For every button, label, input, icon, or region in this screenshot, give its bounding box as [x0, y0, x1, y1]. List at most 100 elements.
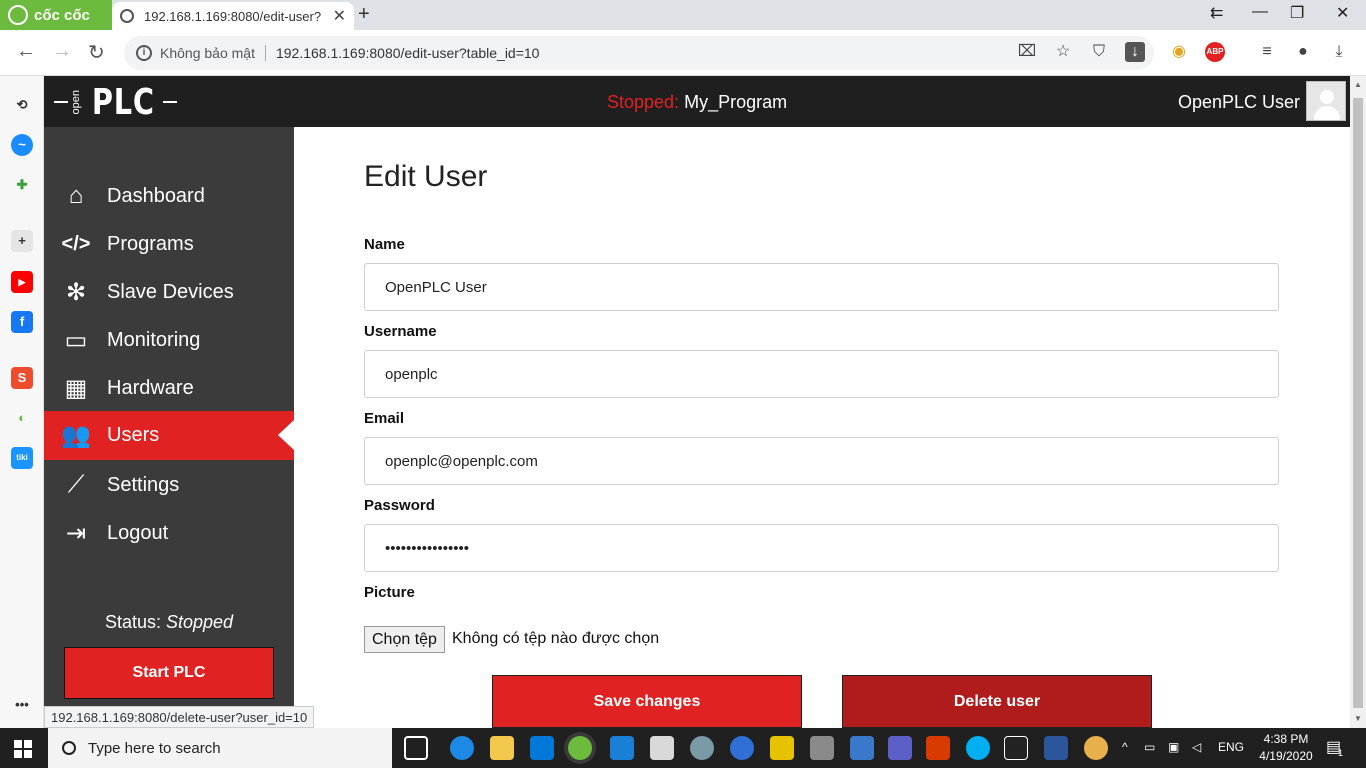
- code-icon: </>: [61, 232, 91, 255]
- sidebar-item-users[interactable]: 👥 Users: [44, 411, 294, 460]
- choose-file-button[interactable]: Chọn tệp: [364, 626, 445, 653]
- clock-time: 4:38 PM: [1263, 732, 1309, 746]
- forward-button[interactable]: →: [52, 40, 72, 63]
- security-label[interactable]: Không bảo mật: [160, 45, 266, 61]
- word-icon[interactable]: [1044, 736, 1068, 760]
- store-icon[interactable]: [530, 736, 554, 760]
- home-icon: ⌂: [68, 182, 84, 209]
- more-icon[interactable]: •••: [11, 694, 33, 716]
- current-user-name[interactable]: OpenPLC User: [1178, 92, 1300, 113]
- restore-button[interactable]: ❐: [1290, 3, 1304, 23]
- scroll-down-icon[interactable]: ▼: [1354, 714, 1362, 723]
- email-label: Email: [364, 410, 405, 427]
- minimize-button[interactable]: —: [1252, 3, 1268, 21]
- info-icon[interactable]: i: [136, 45, 152, 61]
- sidebar-item-label: Dashboard: [107, 184, 205, 207]
- coccoc-map-icon[interactable]: ◐: [11, 407, 33, 429]
- reload-button[interactable]: ↻: [88, 40, 105, 65]
- coccoc-menu-button[interactable]: cốc cốc: [0, 0, 112, 30]
- page-scrollbar[interactable]: ▲ ▼: [1350, 76, 1366, 728]
- sidebar-item-programs[interactable]: </> Programs: [44, 220, 294, 268]
- name-label: Name: [364, 236, 405, 253]
- app-icon-4[interactable]: [810, 736, 834, 760]
- browser-brand: cốc cốc: [34, 6, 90, 24]
- tiki-icon[interactable]: tiki: [11, 447, 33, 469]
- network-icon: ✻: [65, 278, 87, 306]
- new-tab-button[interactable]: +: [358, 3, 370, 26]
- user-avatar[interactable]: [1306, 81, 1346, 121]
- sidebar-item-settings[interactable]: ⟋ Settings: [44, 461, 294, 509]
- coccoc-logo-icon: [8, 5, 28, 25]
- history-icon[interactable]: ⟲: [11, 94, 33, 116]
- app-icon-1[interactable]: [650, 736, 674, 760]
- app-icon-2[interactable]: [690, 736, 714, 760]
- download-ext-icon[interactable]: ↓: [1125, 42, 1145, 62]
- tray-chevron-icon[interactable]: ^: [1122, 740, 1128, 754]
- app-icon-3[interactable]: [770, 736, 794, 760]
- tab-search-icon[interactable]: ⇇: [1210, 3, 1223, 23]
- tab-close-icon[interactable]: ✕: [333, 6, 346, 26]
- scroll-up-icon[interactable]: ▲: [1354, 80, 1362, 89]
- scrollbar-thumb[interactable]: [1353, 98, 1363, 708]
- adblock-icon[interactable]: ABP: [1205, 42, 1225, 62]
- extension-icon[interactable]: ◉: [1169, 42, 1189, 62]
- taskbar-clock[interactable]: 4:38 PM 4/19/2020: [1256, 731, 1316, 765]
- back-button[interactable]: ←: [16, 40, 36, 63]
- network-app-icon[interactable]: [850, 736, 874, 760]
- youtube-icon[interactable]: ▶: [11, 271, 33, 293]
- shopee-icon[interactable]: S: [11, 367, 33, 389]
- sidebar-item-dashboard[interactable]: ⌂ Dashboard: [44, 172, 294, 220]
- notification-count: 1: [1338, 748, 1344, 758]
- zalo-icon[interactable]: [730, 736, 754, 760]
- name-field[interactable]: [364, 263, 1279, 311]
- url-text[interactable]: 192.168.1.169:8080/edit-user?table_id=10: [276, 45, 540, 61]
- start-plc-button[interactable]: Start PLC: [64, 647, 274, 699]
- media-queue-icon[interactable]: ≡: [1257, 42, 1277, 62]
- openplc-editor-icon[interactable]: [1004, 736, 1028, 760]
- email-field[interactable]: [364, 437, 1279, 485]
- status-stopped-label: Stopped:: [607, 92, 680, 112]
- paint-icon[interactable]: [1084, 736, 1108, 760]
- volume-icon[interactable]: ◁: [1192, 740, 1201, 754]
- username-field[interactable]: [364, 350, 1279, 398]
- sidebar-item-label: Slave Devices: [107, 280, 234, 303]
- file-explorer-icon[interactable]: [490, 736, 514, 760]
- profile-icon[interactable]: ●: [1293, 42, 1313, 62]
- edge-icon[interactable]: [450, 736, 474, 760]
- delete-user-button[interactable]: Delete user: [842, 675, 1152, 728]
- battery-icon[interactable]: ▭: [1144, 740, 1155, 754]
- network-tray-icon[interactable]: ▣: [1168, 740, 1179, 754]
- openplc-logo[interactable]: open PLC: [54, 82, 177, 123]
- office-icon[interactable]: [926, 736, 950, 760]
- translate-icon[interactable]: ⌧: [1017, 42, 1037, 62]
- teams-icon[interactable]: [888, 736, 912, 760]
- task-view-icon[interactable]: [404, 736, 428, 760]
- language-indicator[interactable]: ENG: [1218, 740, 1244, 754]
- password-field[interactable]: [364, 524, 1279, 572]
- coccoc-taskbar-icon[interactable]: [568, 736, 592, 760]
- sidebar-item-hardware[interactable]: ▦ Hardware: [44, 364, 294, 412]
- bookmark-star-icon[interactable]: ☆: [1053, 42, 1073, 62]
- sidebar-item-logout[interactable]: ⇥ Logout: [44, 509, 294, 557]
- browser-toolbar: ← → ↻ i Không bảo mật 192.168.1.169:8080…: [0, 30, 1366, 76]
- downloads-icon[interactable]: ⤓: [1329, 42, 1349, 62]
- messenger-icon[interactable]: ~: [11, 134, 33, 156]
- avatar-head-icon: [1320, 90, 1334, 104]
- skype-icon[interactable]: [966, 736, 990, 760]
- taskbar-search[interactable]: Type here to search: [48, 728, 392, 768]
- mail-icon[interactable]: [610, 736, 634, 760]
- game-icon[interactable]: ✚: [11, 174, 33, 196]
- browser-tab-active[interactable]: 192.168.1.169:8080/edit-user? ✕: [112, 2, 354, 30]
- address-bar[interactable]: i Không bảo mật 192.168.1.169:8080/edit-…: [124, 36, 1154, 70]
- save-changes-button[interactable]: Save changes: [492, 675, 802, 728]
- browser-sidebar: ⟲ ~ ✚ + ▶ f S ◐ tiki •••: [0, 76, 44, 728]
- status-value: Stopped: [165, 612, 234, 632]
- facebook-icon[interactable]: f: [11, 311, 33, 333]
- globe-icon: [120, 9, 134, 23]
- add-shortcut-icon[interactable]: +: [11, 230, 33, 252]
- shield-icon[interactable]: ⛉: [1089, 42, 1109, 62]
- sidebar-item-slave-devices[interactable]: ✻ Slave Devices: [44, 268, 294, 316]
- close-window-button[interactable]: ✕: [1336, 3, 1349, 23]
- windows-start-icon[interactable]: [14, 740, 32, 758]
- sidebar-item-monitoring[interactable]: ▭ Monitoring: [44, 316, 294, 364]
